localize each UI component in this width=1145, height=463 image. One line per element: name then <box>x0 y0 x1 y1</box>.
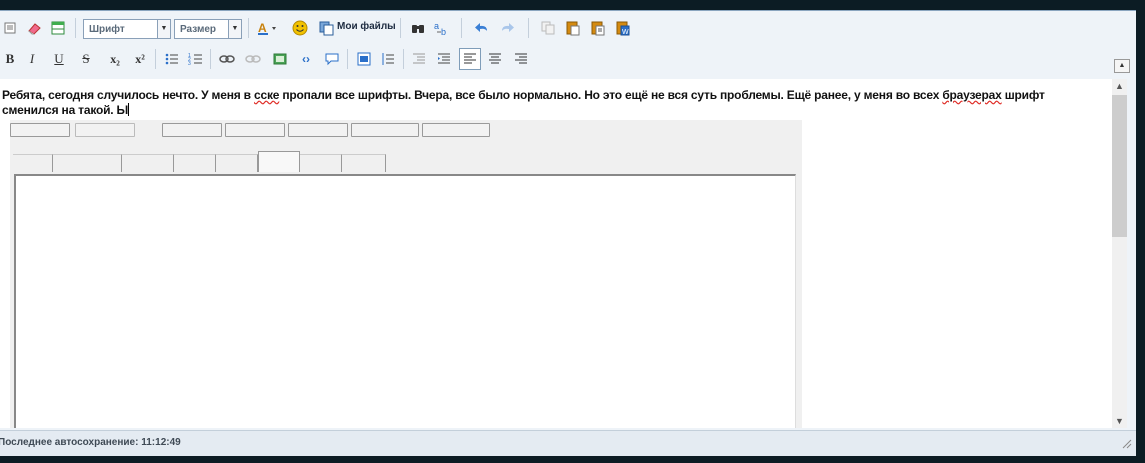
superscript-button[interactable]: x² <box>130 49 150 69</box>
copy-icon[interactable] <box>538 18 558 38</box>
outdent-icon[interactable] <box>409 49 429 69</box>
source-icon[interactable] <box>0 18 20 38</box>
italic-button[interactable]: I <box>22 49 42 69</box>
paste-word-icon[interactable]: W <box>613 18 633 38</box>
spoiler-icon[interactable] <box>354 49 374 69</box>
separator <box>210 49 211 69</box>
embedded-button <box>225 123 285 137</box>
svg-text:3: 3 <box>188 61 191 67</box>
indent-icon[interactable] <box>434 49 454 69</box>
redo-icon[interactable] <box>497 18 517 38</box>
separator <box>400 18 401 38</box>
font-color-icon[interactable]: A <box>256 18 282 38</box>
my-files-button[interactable]: Мои файлы <box>337 21 396 32</box>
font-select[interactable]: Шрифт ▼ <box>83 19 171 39</box>
svg-text:A: A <box>258 21 267 35</box>
post-text[interactable]: Ребята, сегодня случилось нечто. У меня … <box>2 88 1102 118</box>
chevron-down-icon[interactable]: ▼ <box>228 20 241 38</box>
misspelled-word: браузерах <box>942 88 1002 102</box>
status-bar: Последнее автосохранение: 11:12:49 <box>0 430 1136 456</box>
embedded-button <box>288 123 348 137</box>
size-select-label: Размер <box>180 24 217 35</box>
replace-icon[interactable]: ab <box>432 18 452 38</box>
underline-button[interactable]: U <box>49 49 69 69</box>
image-icon[interactable] <box>270 49 290 69</box>
embedded-tab <box>174 154 216 172</box>
unlink-icon[interactable] <box>243 49 263 69</box>
align-left-icon[interactable] <box>459 48 481 70</box>
link-icon[interactable] <box>217 49 237 69</box>
line-spacing-icon[interactable] <box>378 49 398 69</box>
separator <box>461 18 462 38</box>
svg-text:a: a <box>434 21 439 31</box>
embedded-tab <box>53 154 122 172</box>
toolbar-row-2: B I U S x₂ x² 123 ‹› <box>0 46 1136 72</box>
misspelled-word: сске <box>254 88 280 102</box>
align-center-icon[interactable] <box>485 49 505 69</box>
separator <box>248 18 249 38</box>
embedded-tab <box>342 154 386 172</box>
embedded-tab <box>122 154 174 172</box>
scroll-down-icon[interactable]: ▼ <box>1112 414 1127 428</box>
separator <box>155 49 156 69</box>
font-select-label: Шрифт <box>89 24 125 35</box>
binoculars-icon[interactable] <box>408 18 428 38</box>
bullet-list-icon[interactable] <box>162 49 182 69</box>
size-select[interactable]: Размер ▼ <box>174 19 242 39</box>
embedded-text-area <box>14 174 796 428</box>
text-caret <box>128 103 130 116</box>
vertical-scrollbar[interactable]: ▲ ▼ <box>1112 79 1127 428</box>
editor-panel: Шрифт ▼ Размер ▼ A Мои файлы ab W B I U … <box>0 10 1136 456</box>
text-segment: сменился на такой. Ы <box>2 103 129 117</box>
separator <box>403 49 404 69</box>
embedded-button <box>162 123 222 137</box>
embedded-button <box>10 123 70 137</box>
svg-text:b: b <box>441 27 446 36</box>
text-segment: шрифт <box>1001 88 1045 102</box>
subscript-button[interactable]: x₂ <box>105 49 125 69</box>
align-right-icon[interactable] <box>511 49 531 69</box>
paste-text-icon[interactable] <box>588 18 608 38</box>
quote-icon[interactable] <box>322 49 342 69</box>
separator <box>528 18 529 38</box>
smiley-icon[interactable] <box>290 18 310 38</box>
embedded-button <box>422 123 490 137</box>
numbered-list-icon[interactable]: 123 <box>186 49 206 69</box>
embedded-tab <box>300 154 342 172</box>
scroll-thumb[interactable] <box>1112 95 1127 237</box>
text-segment: Ребята, сегодня случилось нечто. У меня … <box>2 88 254 102</box>
collapse-toolbar-button[interactable]: ▲ <box>1114 59 1130 73</box>
strike-button[interactable]: S <box>76 49 96 69</box>
embedded-button <box>351 123 419 137</box>
toolbar-row-1: Шрифт ▼ Размер ▼ A Мои файлы ab W <box>0 15 1136 41</box>
eraser-icon[interactable] <box>24 18 44 38</box>
embedded-screenshot <box>10 120 802 428</box>
embedded-tab <box>216 154 258 172</box>
code-icon[interactable]: ‹› <box>296 49 316 69</box>
embedded-button <box>75 123 135 137</box>
text-segment: пропали все шрифты. Вчера, все было норм… <box>279 88 943 102</box>
separator <box>347 49 348 69</box>
table-icon[interactable] <box>48 18 68 38</box>
scroll-up-icon[interactable]: ▲ <box>1112 79 1127 93</box>
svg-text:W: W <box>622 29 629 36</box>
bold-button[interactable]: B <box>0 49 20 69</box>
separator <box>75 18 76 38</box>
chevron-down-icon[interactable]: ▼ <box>157 20 170 38</box>
embedded-tab <box>258 151 300 172</box>
resize-grip-icon[interactable] <box>1122 439 1132 452</box>
paste-icon[interactable] <box>563 18 583 38</box>
undo-icon[interactable] <box>472 18 492 38</box>
autosave-status: Последнее автосохранение: 11:12:49 <box>0 437 181 448</box>
editor-content[interactable]: Ребята, сегодня случилось нечто. У меня … <box>0 79 1112 428</box>
embedded-tab <box>13 154 53 172</box>
files-icon[interactable] <box>317 18 337 38</box>
